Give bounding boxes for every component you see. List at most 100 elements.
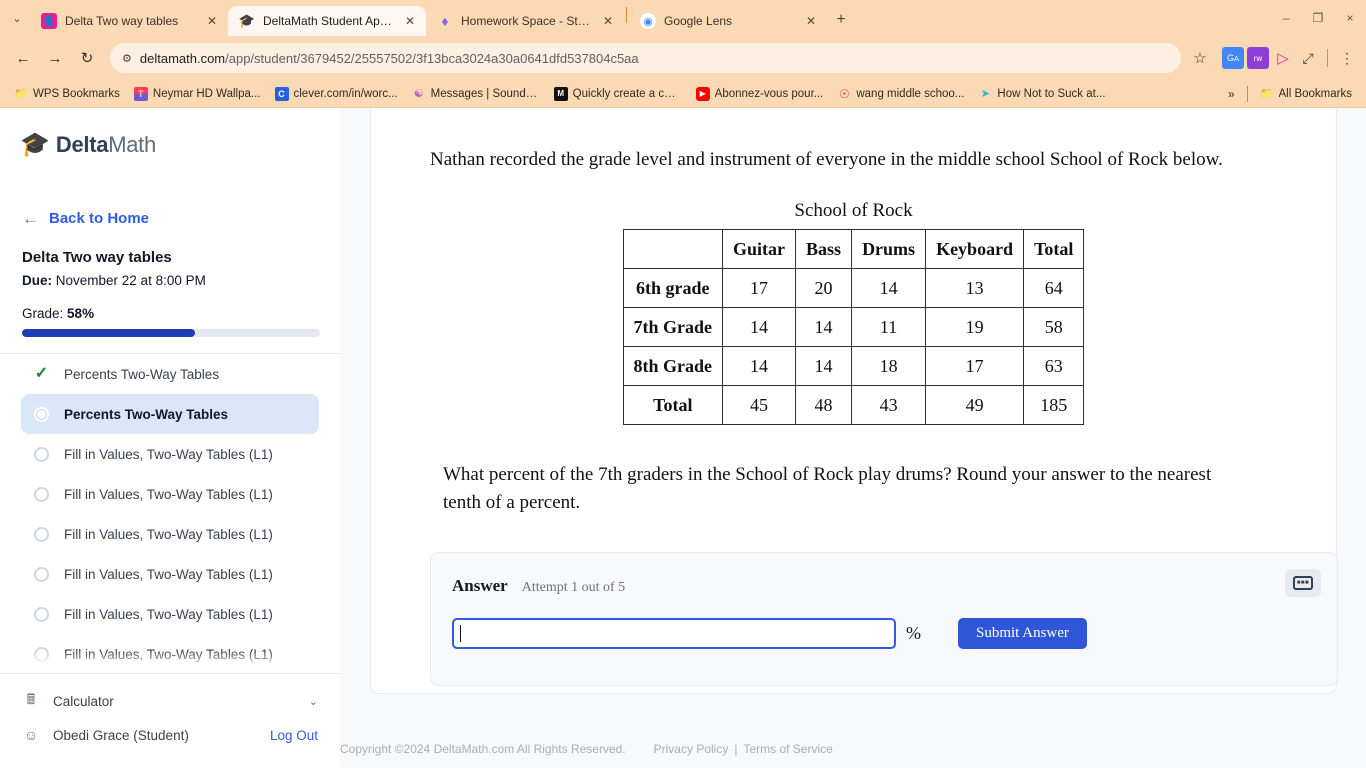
minimize-button[interactable]: – (1270, 0, 1302, 36)
tab-title: Homework Space - StudyX (461, 14, 592, 28)
sidebar-item-problem-0[interactable]: ✓ Percents Two-Way Tables (21, 354, 319, 394)
browser-tab-1[interactable]: 🎓 DeltaMath Student Application ✕ (228, 6, 426, 36)
table-col-header: Total (1023, 229, 1085, 269)
forward-icon[interactable]: → (40, 43, 70, 73)
terms-of-service-link[interactable]: Terms of Service (743, 742, 832, 756)
check-icon: ✓ (34, 365, 49, 382)
keyboard-icon[interactable]: ■■■ (1285, 569, 1321, 598)
wang-icon: ☉ (838, 86, 850, 101)
back-to-home-label: Back to Home (49, 210, 150, 227)
table-cell: 17 (722, 268, 797, 308)
logo-area: 🎓 DeltaMath (0, 108, 340, 158)
tiktok-icon: T (133, 86, 148, 101)
address-bar-url: deltamath.com/app/student/3679452/255575… (139, 50, 639, 66)
answer-input[interactable] (452, 618, 896, 650)
google-translate-icon[interactable]: GA (1222, 47, 1244, 69)
studyx-icon: ♦ (441, 13, 449, 29)
bookmark-item-4[interactable]: M Quickly create a cho... (548, 84, 688, 104)
circle-icon (33, 446, 50, 463)
tab-close-icon[interactable]: ✕ (204, 13, 220, 29)
answer-panel: Answer Attempt 1 out of 5 ■■■ % Submit A… (430, 552, 1338, 687)
chrome-menu-icon[interactable]: ⋮ (1336, 47, 1358, 69)
answer-input-row: % Submit Answer (431, 596, 1337, 650)
purple-extension-icon[interactable]: rw (1247, 47, 1269, 69)
extensions-puzzle-icon[interactable]: ⤢ (1297, 47, 1319, 69)
youtube-icon: ▶ (695, 86, 710, 101)
bookmark-item-2[interactable]: C clever.com/in/worc... (269, 84, 404, 104)
tab-separator (626, 7, 627, 23)
close-window-button[interactable]: × (1334, 0, 1366, 36)
bookmark-star-icon[interactable]: ☆ (1189, 47, 1211, 69)
grade-line: Grade: 58% (22, 306, 95, 321)
bookmarks-overflow-icon[interactable]: » (1222, 87, 1241, 101)
browser-tab-3[interactable]: ◉ Google Lens ✕ (629, 6, 827, 36)
chevron-down-icon[interactable]: ⌄ (309, 695, 318, 708)
circle-icon (33, 566, 50, 583)
bookmark-item-6[interactable]: ☉ wang middle schoo... (831, 84, 970, 104)
tab-search-icon[interactable]: ⌄ (4, 0, 30, 36)
problem-label: Fill in Values, Two-Way Tables (L1) (64, 646, 273, 662)
table-cell: 185 (1023, 385, 1085, 425)
deltamath-logo[interactable]: 🎓 DeltaMath (20, 132, 340, 158)
maximize-button[interactable]: ❐ (1302, 0, 1334, 36)
bookmark-item-7[interactable]: ➤ How Not to Suck at... (972, 84, 1111, 104)
table-cell: 14 (795, 346, 853, 386)
pink-arrow-icon[interactable]: ▷ (1272, 47, 1294, 69)
table-cell: 14 (722, 307, 797, 347)
back-icon[interactable]: ← (8, 43, 38, 73)
site-settings-icon[interactable]: ⚙ (122, 52, 132, 65)
tab-close-icon[interactable]: ✕ (402, 13, 418, 29)
address-bar[interactable]: ⚙ deltamath.com/app/student/3679452/2555… (110, 43, 1181, 73)
browser-tab-2[interactable]: ♦ Homework Space - StudyX ✕ (426, 6, 624, 36)
table-cell: 45 (722, 385, 797, 425)
bookmark-item-3[interactable]: ☯ Messages | Soundtr... (406, 84, 546, 104)
problem-label: Percents Two-Way Tables (64, 406, 229, 422)
sidebar-item-problem-3[interactable]: Fill in Values, Two-Way Tables (L1) (21, 474, 319, 514)
user-name: Obedi Grace (Student) (53, 727, 189, 743)
table-cell: 19 (925, 307, 1025, 347)
sidebar-item-problem-1[interactable]: Percents Two-Way Tables (21, 394, 319, 434)
calculator-item[interactable]: 🖩 Calculator ⌄ (22, 684, 318, 718)
browser-toolbar: ← → ↻ ⚙ deltamath.com/app/student/367945… (0, 36, 1366, 80)
calculator-label: Calculator (53, 693, 114, 709)
browser-tab-0[interactable]: 👤 Delta Two way tables ✕ (30, 6, 228, 36)
user-row: ☺ Obedi Grace (Student) Log Out (22, 718, 318, 752)
bookmark-item-5[interactable]: ▶ Abonnez-vous pour... (690, 84, 830, 104)
table-row: Total 45 48 43 49 185 (622, 385, 1085, 425)
calculator-icon: 🖩 (26, 691, 36, 707)
tab-close-icon[interactable]: ✕ (600, 13, 616, 29)
reload-icon[interactable]: ↻ (72, 43, 102, 73)
toolbar-icons: ☆ GA rw ▷ ⤢ ⋮ (1189, 47, 1358, 69)
bookmark-label: Messages | Soundtr... (430, 87, 540, 100)
back-to-home-link[interactable]: ← Back to Home (0, 210, 340, 227)
sidebar-item-problem-4[interactable]: Fill in Values, Two-Way Tables (L1) (21, 514, 319, 554)
all-bookmarks-button[interactable]: 📁 All Bookmarks (1254, 84, 1359, 104)
arrow-left-icon: ← (22, 209, 39, 228)
tab-close-icon[interactable]: ✕ (803, 13, 819, 29)
circle-icon (33, 526, 50, 543)
sidebar-item-problem-6[interactable]: Fill in Values, Two-Way Tables (L1) (21, 594, 319, 634)
tab-title: Delta Two way tables (65, 14, 179, 28)
table-cell: 20 (795, 268, 853, 308)
problem-label: Fill in Values, Two-Way Tables (L1) (64, 486, 273, 502)
main-area: Nathan recorded the grade level and inst… (340, 108, 1366, 768)
bookmark-item-1[interactable]: T Neymar HD Wallpa... (128, 84, 267, 104)
bookmark-item-0[interactable]: 📁 WPS Bookmarks (8, 84, 126, 104)
sidebar-item-problem-7[interactable]: Fill in Values, Two-Way Tables (L1) (21, 634, 319, 673)
tab-title: DeltaMath Student Application (263, 14, 394, 28)
sidebar-item-problem-5[interactable]: Fill in Values, Two-Way Tables (L1) (21, 554, 319, 594)
table-row-header: 7th Grade (622, 307, 724, 347)
table-col-header: Drums (851, 229, 927, 269)
submit-answer-button[interactable]: Submit Answer (958, 618, 1087, 650)
sidebar-item-problem-2[interactable]: Fill in Values, Two-Way Tables (L1) (21, 434, 319, 474)
page-footer: Copyright ©2024 DeltaMath.com All Rights… (340, 742, 1337, 756)
circle-icon (33, 486, 50, 503)
question-text: What percent of the 7th graders in the S… (443, 464, 1212, 513)
table-cell: 58 (1023, 307, 1085, 347)
table-cell: 43 (851, 385, 927, 425)
table-cell: 64 (1023, 268, 1085, 308)
table-row: 6th grade 17 20 14 13 64 (622, 268, 1085, 308)
logout-button[interactable]: Log Out (270, 728, 318, 743)
privacy-policy-link[interactable]: Privacy Policy (654, 742, 729, 756)
new-tab-button[interactable]: + (827, 6, 855, 34)
